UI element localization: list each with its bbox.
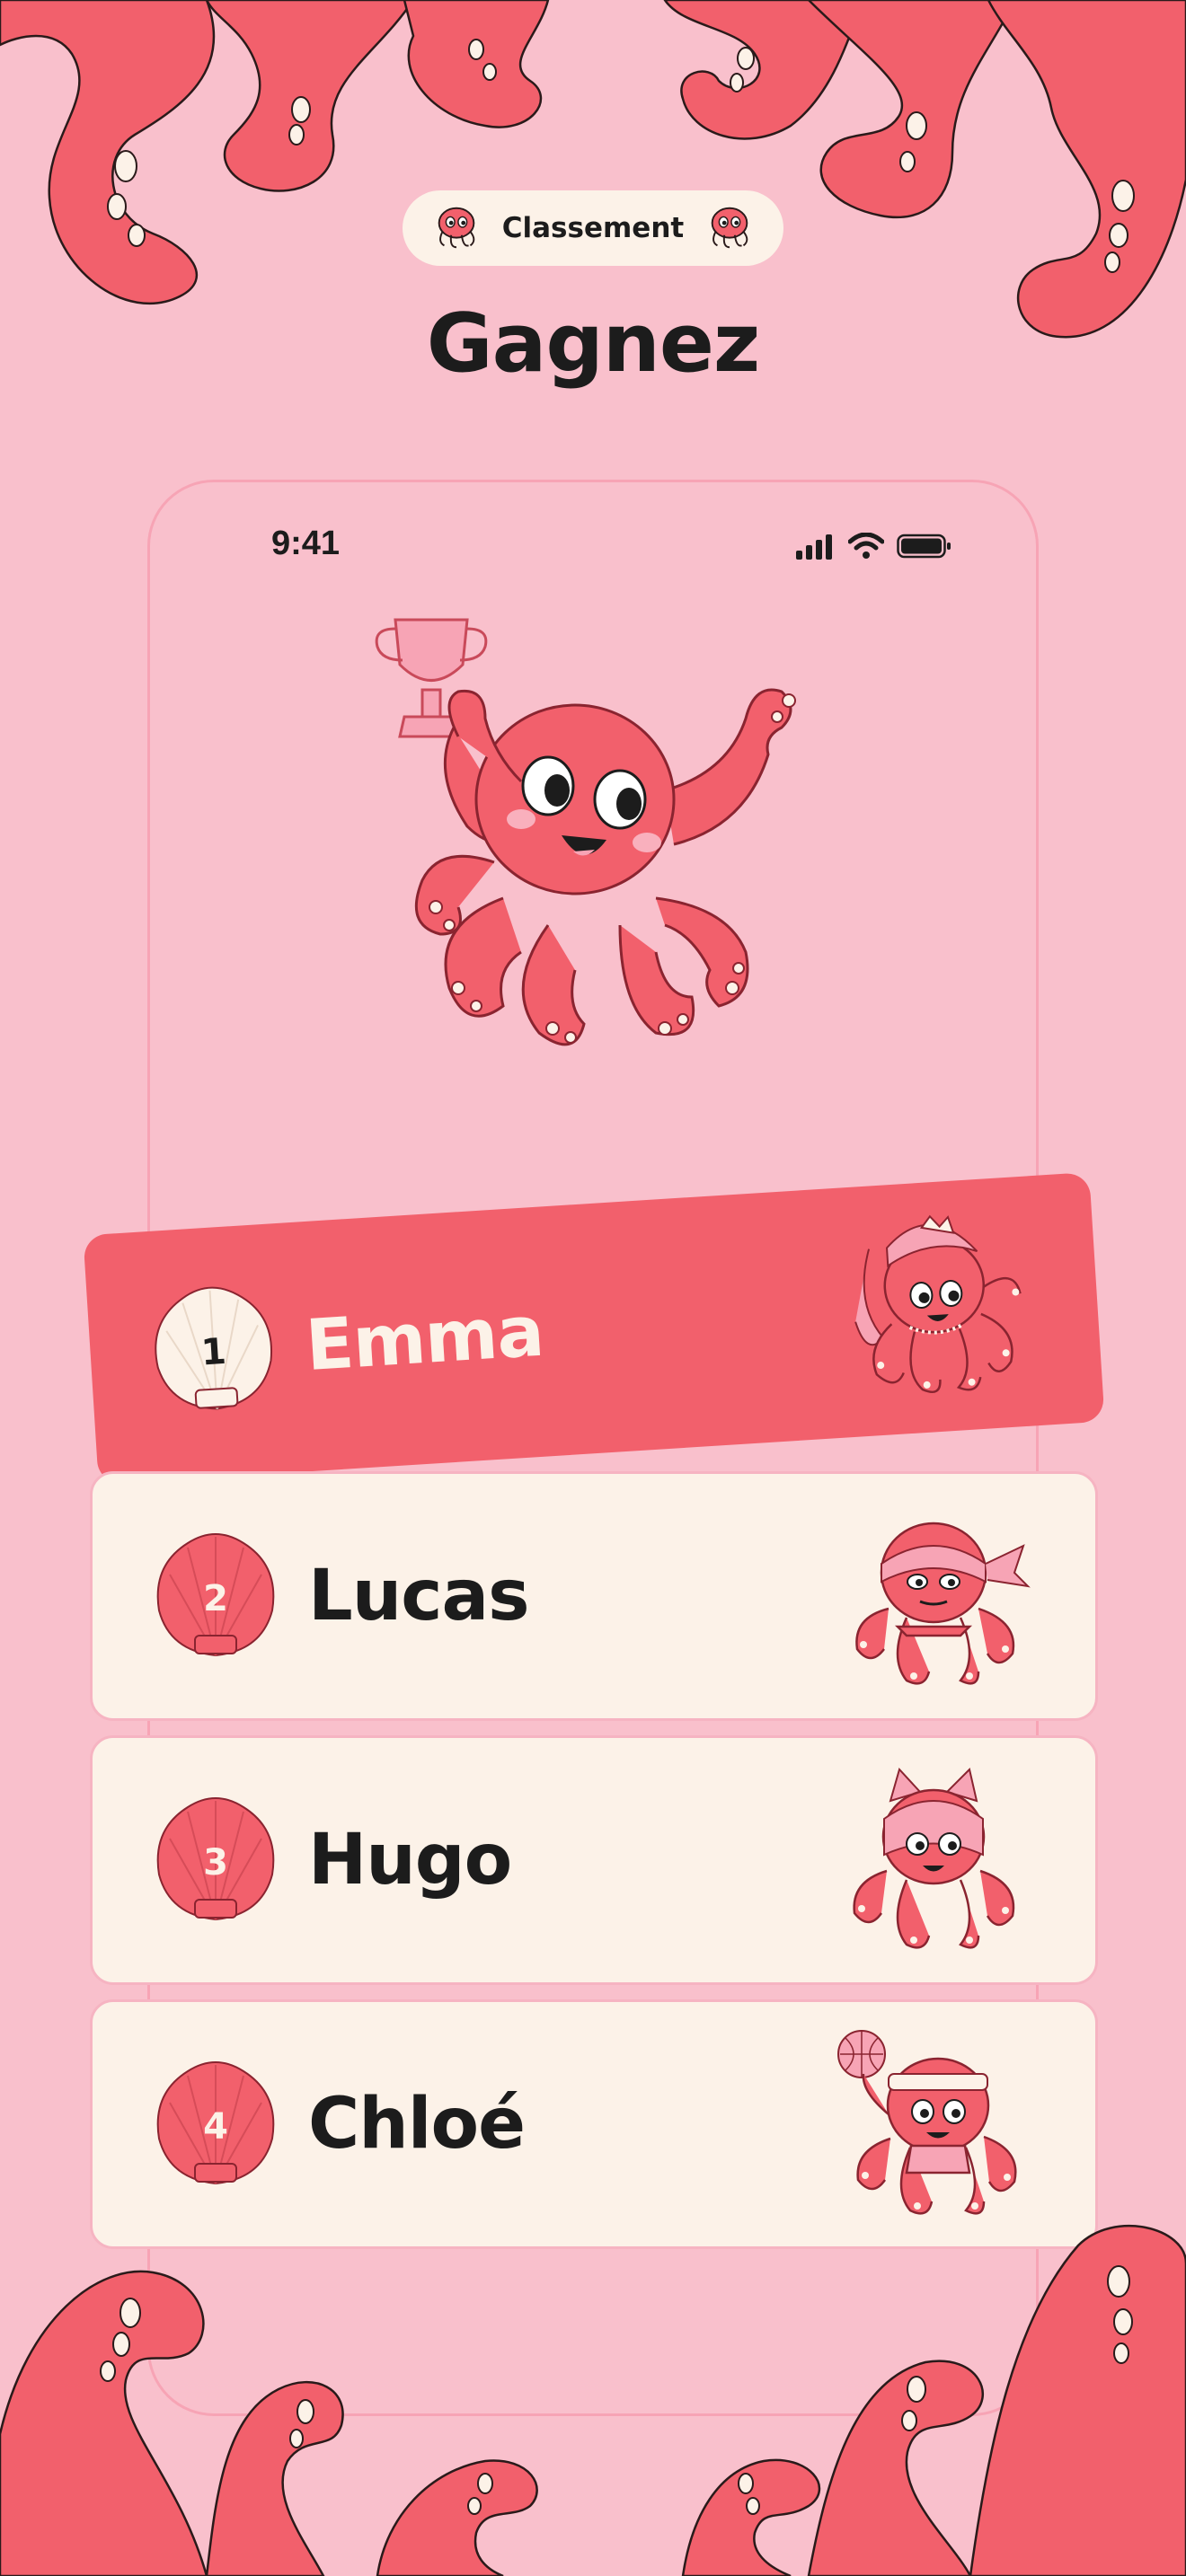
- signal-icon: [796, 534, 832, 560]
- rank-number: 4: [203, 2106, 228, 2148]
- rank-number: 2: [203, 1578, 228, 1619]
- status-icons: [796, 530, 952, 562]
- leaderboard-row-4[interactable]: 4 Chloé: [90, 1999, 1098, 2249]
- badge-label: Classement: [501, 212, 685, 244]
- player-name: Lucas: [308, 1556, 530, 1636]
- leaderboard-row-3[interactable]: 3 Hugo: [90, 1735, 1098, 1985]
- octopus-princess-avatar: [854, 1214, 1022, 1393]
- status-time: 9:41: [271, 525, 341, 562]
- octopus-basketball-avatar: [837, 2030, 1017, 2215]
- octopus-trophy-illustration: [375, 618, 796, 1046]
- rank-number: 3: [203, 1842, 228, 1883]
- octopus-icon: [438, 207, 475, 249]
- leaderboard-badge: Classement: [403, 190, 783, 266]
- octopus-ninja-avatar: [855, 1522, 1031, 1685]
- octopus-cat-avatar: [853, 1768, 1015, 1949]
- player-name: Hugo: [308, 1820, 512, 1901]
- octopus-icon: [711, 207, 748, 249]
- player-name: Emma: [303, 1291, 546, 1388]
- leaderboard-row-2[interactable]: 2 Lucas: [90, 1471, 1098, 1721]
- battery-icon: [897, 534, 951, 559]
- player-name: Chloé: [308, 2084, 526, 2165]
- rank-number: 1: [199, 1330, 228, 1374]
- page-title: Gagnez: [426, 296, 761, 391]
- wifi-icon: [848, 533, 884, 559]
